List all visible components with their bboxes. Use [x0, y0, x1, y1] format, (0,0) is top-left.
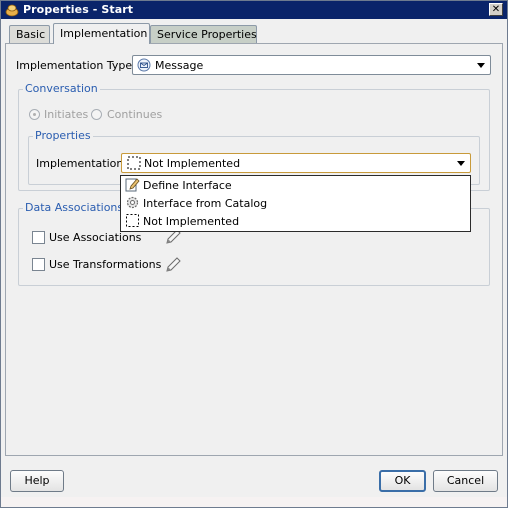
edit-pencil-icon[interactable]	[164, 256, 182, 274]
dashed-box-icon	[127, 156, 141, 170]
menu-item-define-interface[interactable]: Define Interface	[121, 176, 470, 194]
initiates-radio[interactable]	[29, 109, 40, 120]
implementation-label: Implementation:	[36, 157, 128, 170]
menu-item-label: Define Interface	[143, 179, 232, 192]
implementation-dropdown-menu: Define Interface Interface from Catalog …	[120, 175, 471, 232]
implementation-value: Not Implemented	[144, 157, 241, 170]
pencil-document-icon	[125, 178, 140, 192]
continues-radio[interactable]	[91, 109, 102, 120]
menu-item-interface-from-catalog[interactable]: Interface from Catalog	[121, 194, 470, 212]
use-associations-label: Use Associations	[49, 231, 142, 244]
use-associations-checkbox[interactable]	[32, 231, 45, 244]
tab-basic[interactable]: Basic	[9, 25, 50, 43]
dashed-box-icon	[126, 214, 139, 227]
chevron-down-icon	[477, 63, 485, 68]
conversation-title: Conversation	[23, 82, 100, 95]
continues-label: Continues	[107, 108, 163, 121]
chevron-down-icon	[457, 161, 465, 166]
title-bar[interactable]: Properties - Start ✕	[1, 1, 507, 19]
data-associations-title: Data Associations	[23, 201, 126, 214]
window-title: Properties - Start	[23, 3, 134, 16]
tab-implementation[interactable]: Implementation	[53, 23, 150, 44]
implementation-select[interactable]: Not Implemented	[121, 153, 471, 173]
help-button[interactable]: Help	[10, 470, 64, 492]
use-transformations-checkbox[interactable]	[32, 258, 45, 271]
implementation-type-select[interactable]: Message	[132, 55, 491, 75]
menu-item-label: Not Implemented	[143, 215, 240, 228]
message-icon	[137, 58, 151, 72]
implementation-type-label: Implementation Type:	[16, 59, 136, 72]
tab-service-properties[interactable]: Service Properties	[150, 25, 257, 43]
bottom-strip	[1, 497, 507, 507]
cancel-button[interactable]: Cancel	[433, 470, 498, 492]
use-transformations-label: Use Transformations	[49, 258, 162, 271]
close-button[interactable]: ✕	[489, 3, 503, 16]
menu-item-not-implemented[interactable]: Not Implemented	[121, 212, 470, 230]
menu-item-label: Interface from Catalog	[143, 197, 268, 210]
ok-button[interactable]: OK	[379, 470, 426, 492]
properties-title: Properties	[33, 129, 93, 142]
properties-dialog: Properties - Start ✕ Basic Implementatio…	[0, 0, 508, 508]
implementation-type-value: Message	[155, 59, 204, 72]
app-icon	[5, 4, 19, 17]
gear-icon	[126, 196, 139, 209]
initiates-label: Initiates	[44, 108, 89, 121]
